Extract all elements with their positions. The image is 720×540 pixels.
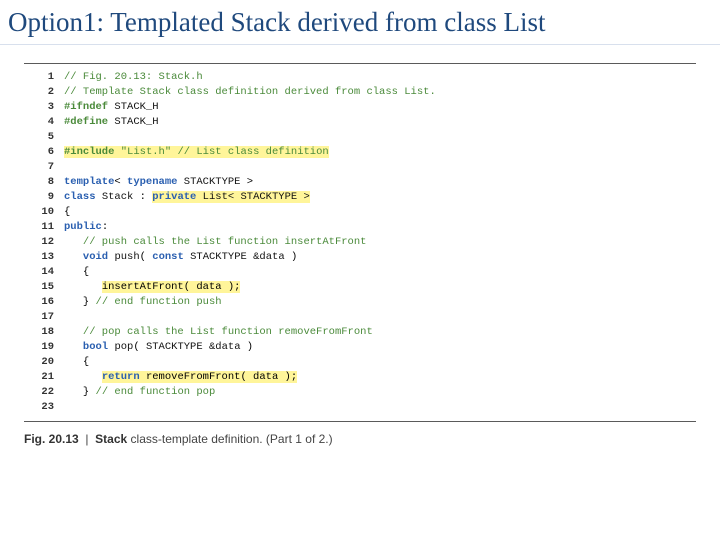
line-number: 19 xyxy=(24,340,64,355)
line-number: 18 xyxy=(24,325,64,340)
line-number: 17 xyxy=(24,310,64,325)
slide-title: Option1: Templated Stack derived from cl… xyxy=(0,0,720,42)
line-number: 13 xyxy=(24,250,64,265)
line-number: 14 xyxy=(24,265,64,280)
line-number: 15 xyxy=(24,280,64,295)
line-number: 2 xyxy=(24,85,64,100)
title-underline xyxy=(0,44,720,45)
line-number: 3 xyxy=(24,100,64,115)
line-number: 11 xyxy=(24,220,64,235)
line-number: 23 xyxy=(24,400,64,415)
line-number: 9 xyxy=(24,190,64,205)
line-number: 1 xyxy=(24,70,64,85)
line-number: 8 xyxy=(24,175,64,190)
line-number: 10 xyxy=(24,205,64,220)
line-number: 21 xyxy=(24,370,64,385)
line-number: 6 xyxy=(24,145,64,160)
line-number: 12 xyxy=(24,235,64,250)
line-number: 4 xyxy=(24,115,64,130)
line-number: 16 xyxy=(24,295,64,310)
line-number: 7 xyxy=(24,160,64,175)
code-listing: 1// Fig. 20.13: Stack.h 2// Template Sta… xyxy=(24,63,696,422)
line-number: 20 xyxy=(24,355,64,370)
figure-caption: Fig. 20.13 | Stack class-template defini… xyxy=(24,432,696,446)
line-number: 22 xyxy=(24,385,64,400)
line-number: 5 xyxy=(24,130,64,145)
